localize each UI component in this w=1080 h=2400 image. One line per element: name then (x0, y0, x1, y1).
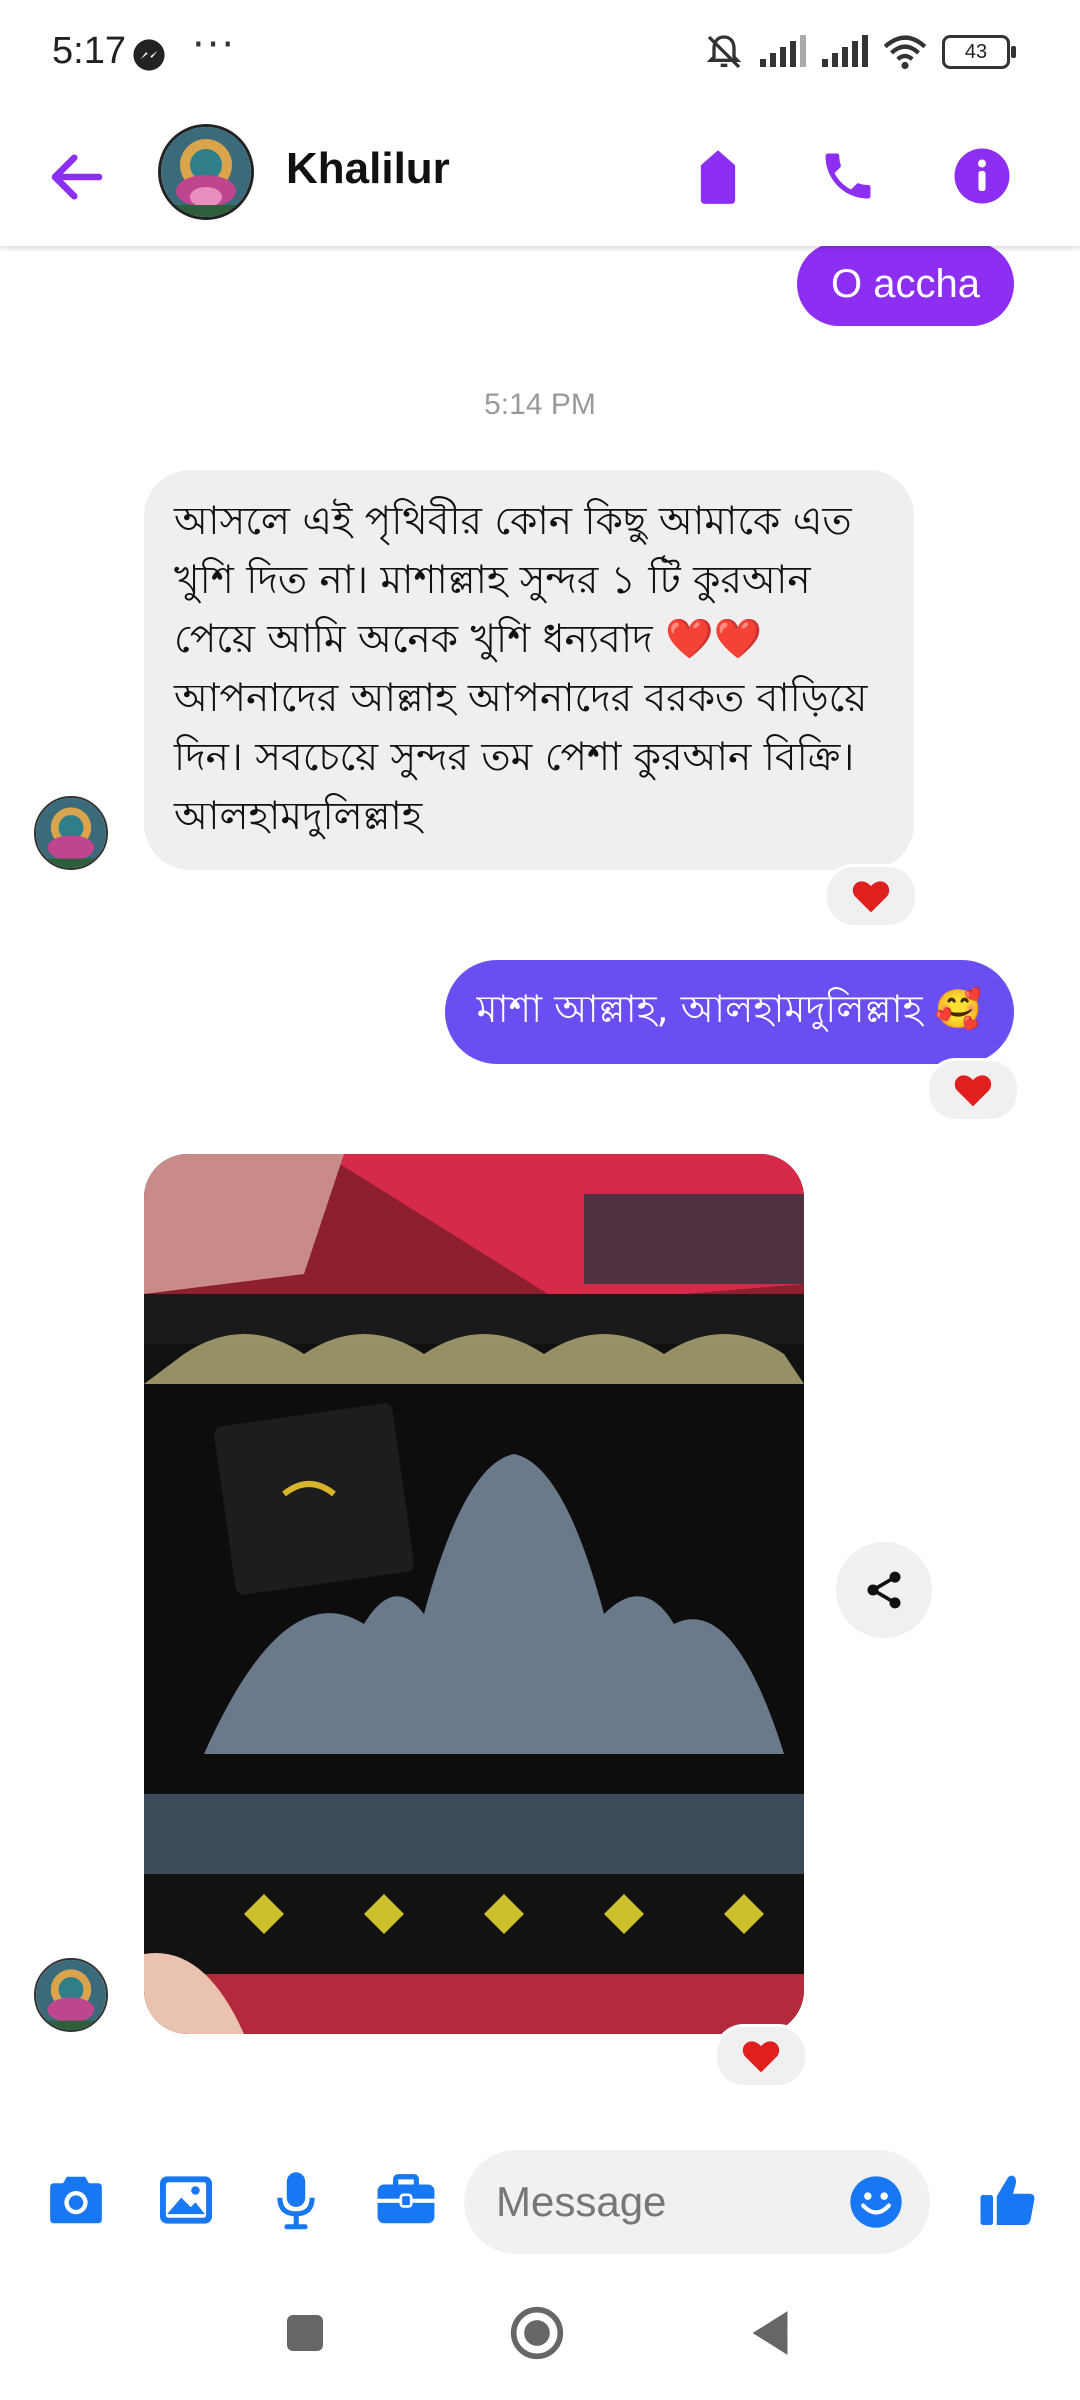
avatar-image (36, 1960, 106, 2030)
outgoing-reply-text: মাশা আল্লাহ, আলহামদুলিল্লাহ 🥰 (476, 987, 982, 1031)
heart-icon (852, 881, 890, 913)
recents-button[interactable] (270, 2298, 340, 2368)
status-bar: 5:17 ··· 43 (0, 0, 1080, 110)
voice-call-button[interactable] (810, 138, 886, 214)
thumbs-up-icon (980, 2175, 1035, 2225)
battery-level: 43 (964, 40, 988, 63)
wifi-icon (883, 35, 927, 70)
share-icon (867, 1571, 901, 1609)
battery-icon: 43 (942, 35, 1016, 69)
signal-icon-2 (822, 35, 868, 67)
briefcase-button[interactable] (370, 2164, 442, 2236)
status-time: 5:17 (52, 30, 126, 72)
reaction-badge[interactable] (926, 1058, 1020, 1122)
reaction-badge[interactable] (824, 864, 918, 928)
info-button[interactable] (944, 138, 1020, 214)
incoming-message-text: আসলে এই পৃথিবীর কোন কিছু আমাকে এত খুশি দ… (174, 499, 868, 839)
like-button[interactable] (972, 2164, 1044, 2236)
home-button[interactable] (502, 2298, 572, 2368)
signal-icon-1 (760, 35, 806, 67)
avatar-image (36, 798, 106, 868)
sender-avatar[interactable] (34, 796, 108, 870)
phone-icon (825, 153, 871, 199)
share-button[interactable] (836, 1542, 932, 1638)
heart-icon (742, 2041, 780, 2073)
message-placeholder: Message (496, 2178, 667, 2225)
contact-name[interactable]: Khalilur (286, 144, 450, 194)
photo-prayer-mat-quran (144, 1154, 804, 2034)
mute-icon (706, 35, 742, 69)
contact-avatar[interactable] (158, 124, 254, 220)
outgoing-message-reply[interactable]: মাশা আল্লাহ, আলহামদুলিল্লাহ 🥰 (444, 960, 1014, 1064)
briefcase-icon (377, 2174, 435, 2224)
camera-icon (50, 2176, 102, 2224)
back-button[interactable] (735, 2298, 805, 2368)
status-indicators: 43 (704, 32, 1016, 72)
status-more-icon: ··· (192, 22, 237, 68)
emoji-icon[interactable] (848, 2174, 904, 2230)
tag-icon (700, 150, 736, 204)
image-icon (160, 2176, 212, 2224)
incoming-message[interactable]: আসলে এই পৃথিবীর কোন কিছু আমাকে এত খুশি দ… (144, 470, 914, 870)
messenger-notification-icon (133, 39, 165, 71)
camera-button[interactable] (40, 2164, 112, 2236)
system-navigation-bar (0, 2270, 1080, 2400)
message-timestamp: 5:14 PM (484, 388, 596, 421)
message-input[interactable]: Message (464, 2150, 930, 2254)
heart-icon (954, 1075, 992, 1107)
info-icon (954, 148, 1010, 204)
microphone-icon (277, 2172, 315, 2230)
back-triangle-icon (752, 2311, 788, 2355)
conversation-header: Khalilur (0, 110, 1080, 246)
tag-button[interactable] (680, 138, 756, 214)
reaction-badge[interactable] (714, 2024, 808, 2088)
square-icon (287, 2315, 323, 2351)
sender-avatar[interactable] (34, 1958, 108, 2032)
home-circle-icon (510, 2306, 564, 2360)
message-composer: Message (0, 2130, 1080, 2270)
back-arrow-icon[interactable] (44, 144, 110, 210)
avatar-image (161, 127, 251, 217)
voice-record-button[interactable] (260, 2164, 332, 2236)
outgoing-message-o-accha[interactable]: O accha (797, 242, 1014, 326)
gallery-button[interactable] (150, 2164, 222, 2236)
photo-message[interactable] (144, 1154, 804, 2034)
